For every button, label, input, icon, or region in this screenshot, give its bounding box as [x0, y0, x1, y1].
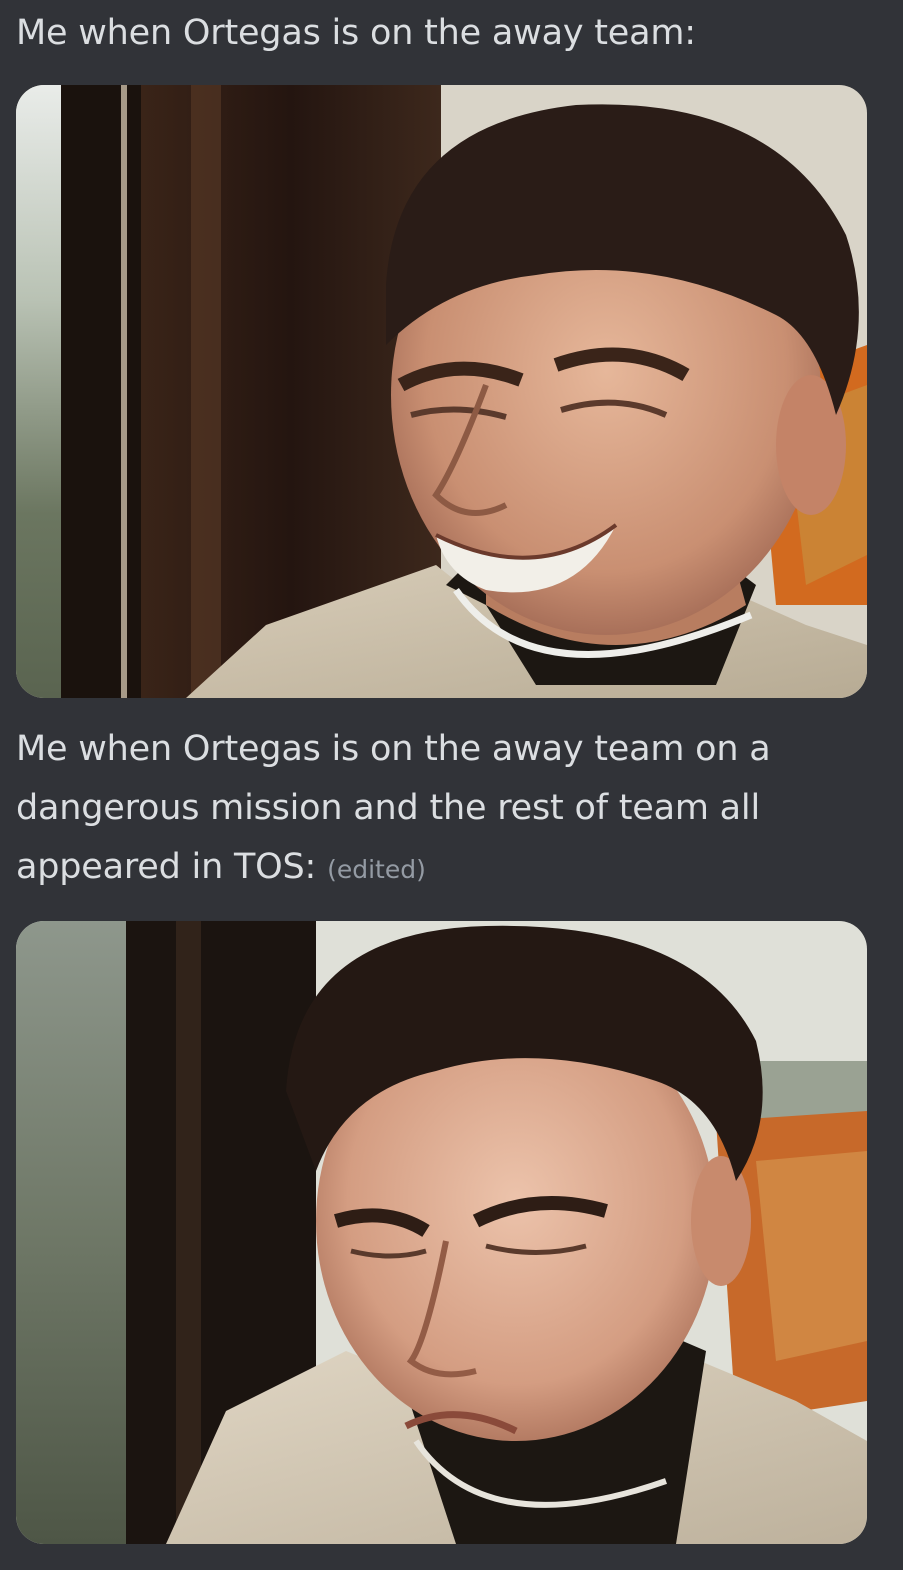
message-content: Me when Ortegas is on the away team:	[16, 13, 696, 53]
message-text: Me when Ortegas is on the away team:	[16, 4, 883, 63]
worried-man-image	[16, 921, 867, 1544]
image-attachment[interactable]	[16, 85, 867, 698]
message-text: Me when Ortegas is on the away team on a…	[16, 720, 883, 899]
image-attachment[interactable]	[16, 921, 867, 1544]
smiling-man-image	[16, 85, 867, 698]
edited-label: (edited)	[327, 855, 426, 884]
